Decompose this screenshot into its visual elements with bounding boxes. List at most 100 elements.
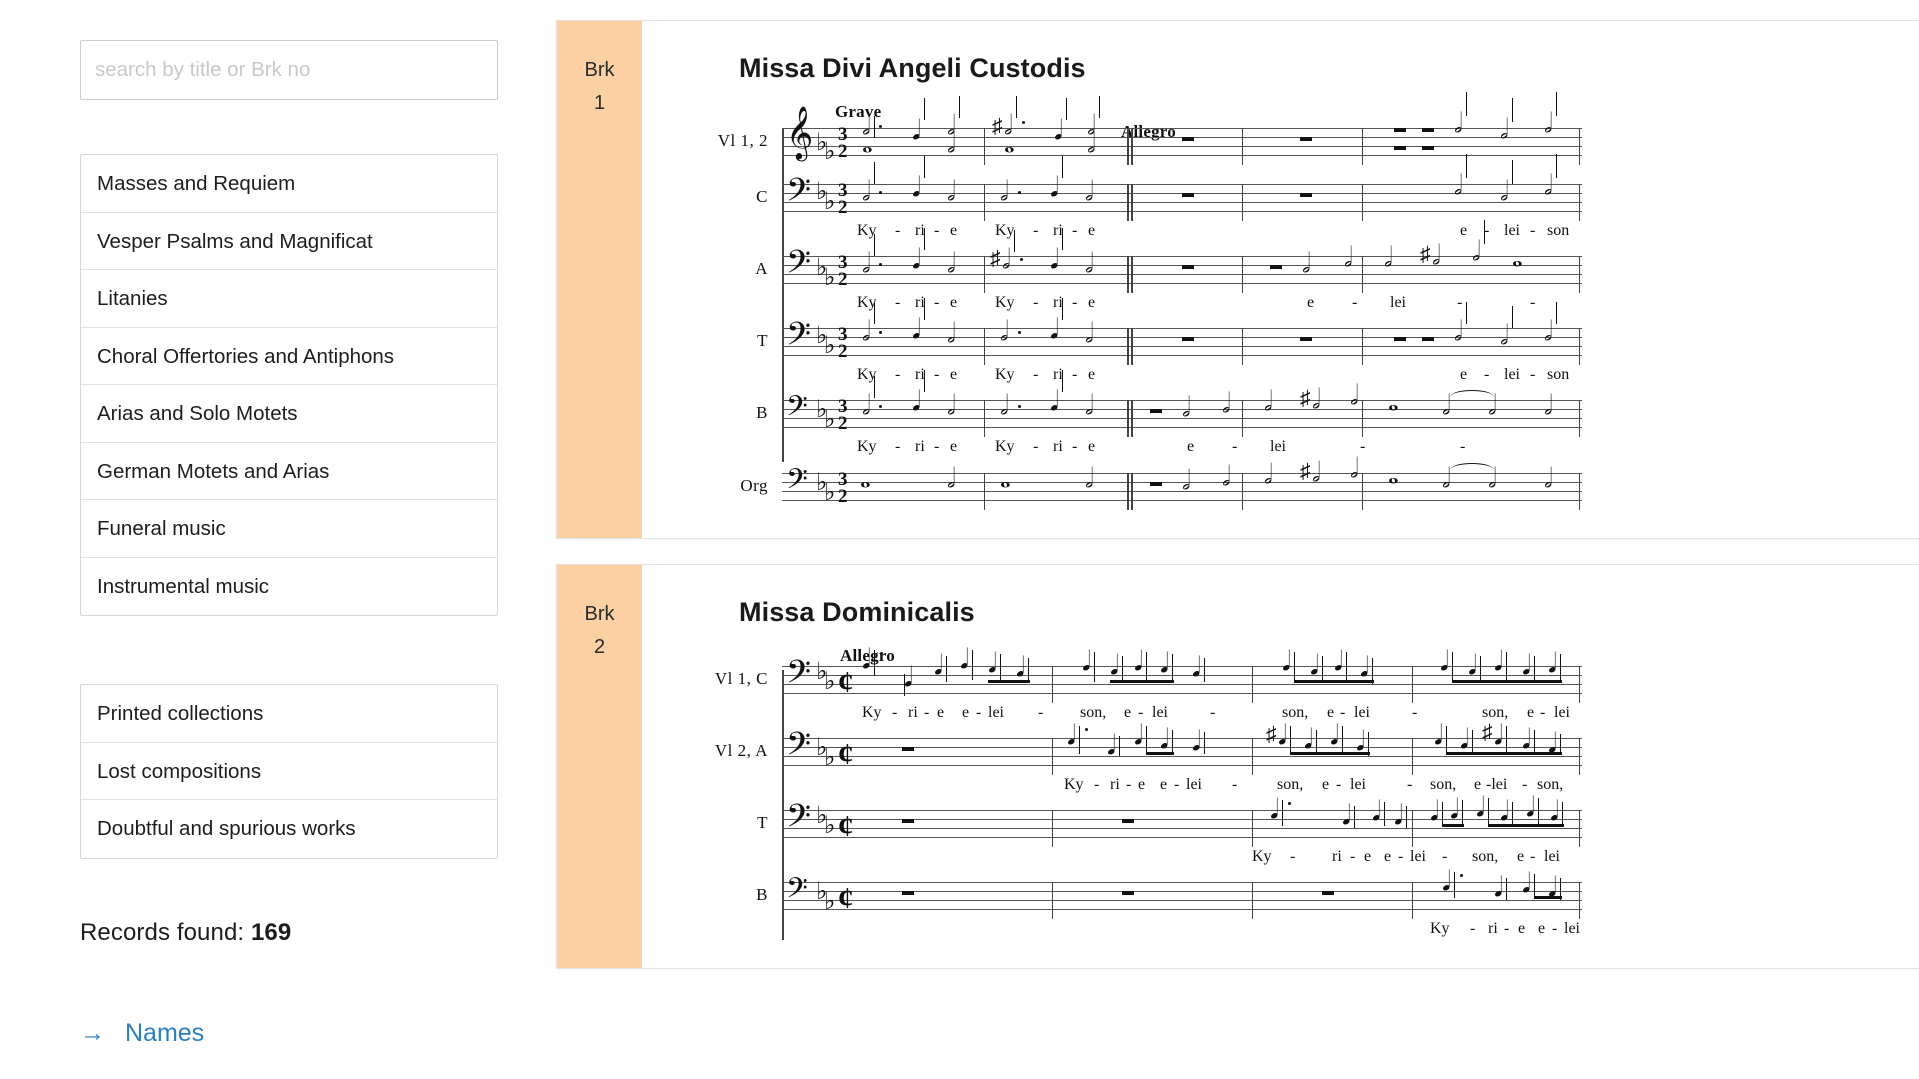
stave-area: 𝄢 ♭ ♭ ¢ 𝅘𝅥 𝅘𝅥 𝅘𝅥 𝅘𝅥 [782,868,1919,919]
lyric-syllable: son, [1430,776,1457,793]
sidebar-item-german-motets-and-arias[interactable]: German Motets and Arias [81,443,497,500]
lyric-syllable: Ky [862,704,882,721]
stem [904,674,906,696]
notehead: 𝅗𝅥 [1500,176,1509,206]
stem [1534,730,1536,754]
augmentation-dot [1460,874,1463,877]
search-input[interactable] [80,40,498,100]
lyric-row: Ky - ri - e e - lei [782,920,1582,942]
augmentation-dot [879,125,882,128]
stem [1342,726,1344,754]
sidebar-item-printed-collections[interactable]: Printed collections [81,685,497,743]
stave-label: C [756,187,768,206]
barline [1242,256,1243,293]
notehead: 𝅘𝅥 [1342,800,1351,830]
stave-label: Vl 1, 2 [717,131,768,150]
sidebar-item-lost-compositions[interactable]: Lost compositions [81,743,497,800]
sidebar-item-funeral-music[interactable]: Funeral music [81,500,497,558]
lyric-syllable: lei [1390,294,1406,311]
stem [1406,806,1408,828]
time-signature: 32 [838,469,848,508]
notehead: 𝅘𝅥 [1334,646,1343,676]
notehead: 𝅘𝅥 [988,648,997,678]
stem [972,650,974,680]
sidebar-item-choral-offertories-and-antiphons[interactable]: Choral Offertories and Antiphons [81,328,497,385]
notehead: 𝅗𝅥 [1000,316,1009,346]
barline [1242,328,1243,365]
rest [1394,128,1406,132]
barline [1579,400,1580,437]
stem [1014,230,1016,252]
notehead: 𝅗𝅥 [862,316,871,346]
brk-badge-prefix: Brk [584,59,615,81]
barline [1579,473,1580,510]
barline [984,473,985,510]
work-title[interactable]: Missa Dominicalis [739,597,1919,628]
sidebar-item-vesper-psalms-and-magnificat[interactable]: Vesper Psalms and Magnificat [81,213,497,270]
stem [874,650,876,676]
lyric-syllable: e [1517,848,1525,865]
work-title[interactable]: Missa Divi Angeli Custodis [739,53,1919,84]
double-barline [1127,328,1129,365]
sidebar-item-doubtful-and-spurious-works[interactable]: Doubtful and spurious works [81,800,497,858]
sidebar-item-litanies[interactable]: Litanies [81,270,497,328]
flat-icon: ♭ [824,407,836,433]
stem [1384,802,1386,826]
augmentation-dot [1020,258,1023,261]
lyric-syllable: e [1307,294,1315,311]
stem [1000,654,1002,682]
lyric-hyphen: - [1552,920,1558,937]
stem [1512,98,1514,122]
stem [1506,878,1508,900]
flat-icon: ♭ [824,889,836,915]
stem [1452,652,1454,682]
lyric-syllable: Ky [995,438,1015,455]
stem [1172,654,1174,682]
stave-lines: 𝄢 ♭ ♭ 32 𝅗𝅥 𝅘𝅥 𝅗𝅥 ♯ 𝅗𝅥 𝅘𝅥 𝅗𝅥 𝅗𝅥 𝅗𝅥 𝅗𝅥 ♯ 𝅗𝅥 𝅗𝅥 𝅝 [782,220,1582,293]
stave-label: A [755,259,768,278]
notehead: 𝅗𝅥 [1182,465,1191,495]
notehead: 𝅘𝅥 [1494,720,1503,750]
stem [1506,652,1508,682]
c-clef-icon: 𝄢 [786,799,812,842]
augmentation-dot [1018,331,1021,334]
notehead: 𝅘𝅥 [1050,386,1059,416]
notehead: 𝅘𝅥 [1054,115,1063,145]
sidebar-item-arias-and-solo-motets[interactable]: Arias and Solo Motets [81,385,497,443]
names-link[interactable]: → Names [80,1019,320,1048]
sidebar-item-masses-and-requiem[interactable]: Masses and Requiem [81,155,497,213]
notehead: 𝅘𝅥 [1548,648,1557,678]
barline [984,256,985,293]
notehead: 𝅘𝅥 [1067,720,1076,750]
notehead: 𝅗𝅥 [1544,108,1553,138]
lyric-syllable: e [1088,366,1096,383]
notehead: 𝅗𝅥 [1544,390,1553,420]
stem [1016,96,1018,118]
notehead: 𝅗𝅥 [947,390,956,420]
sidebar-item-instrumental-music[interactable]: Instrumental music [81,558,497,616]
lyric-hyphen: - [1232,776,1238,793]
lyric-hyphen: - [1038,704,1044,721]
lyric-syllable: e [1088,294,1096,311]
bass-clef-icon: 𝄢 [786,465,808,502]
barline [1579,882,1580,919]
notehead: 𝅗𝅥 [1442,390,1451,420]
stave-label: T [757,331,768,350]
records-found: Records found: 169 [80,919,498,947]
lyric-hyphen: - [1033,366,1039,383]
notehead: 𝅗𝅥 [1454,170,1463,200]
result-card[interactable]: Brk 1 Missa Divi Angeli Custodis Grave A… [556,20,1919,539]
rest [902,819,914,823]
time-signature: 32 [838,252,848,291]
rest [1300,137,1312,141]
barline [1579,666,1580,703]
lyric-hyphen: - [1290,848,1296,865]
notehead: 𝅝 [1004,128,1015,158]
result-card[interactable]: Brk 2 Missa Dominicalis Allegro Vl 1, C … [556,564,1919,969]
notehead: 𝅗𝅥 [1432,240,1441,270]
barline [1052,882,1053,919]
lyric-syllable: lei [1564,920,1580,937]
lyric-syllable: son [1547,366,1570,383]
notehead: 𝅗𝅥 [1350,380,1359,410]
lyric-hyphen: - [1540,704,1546,721]
